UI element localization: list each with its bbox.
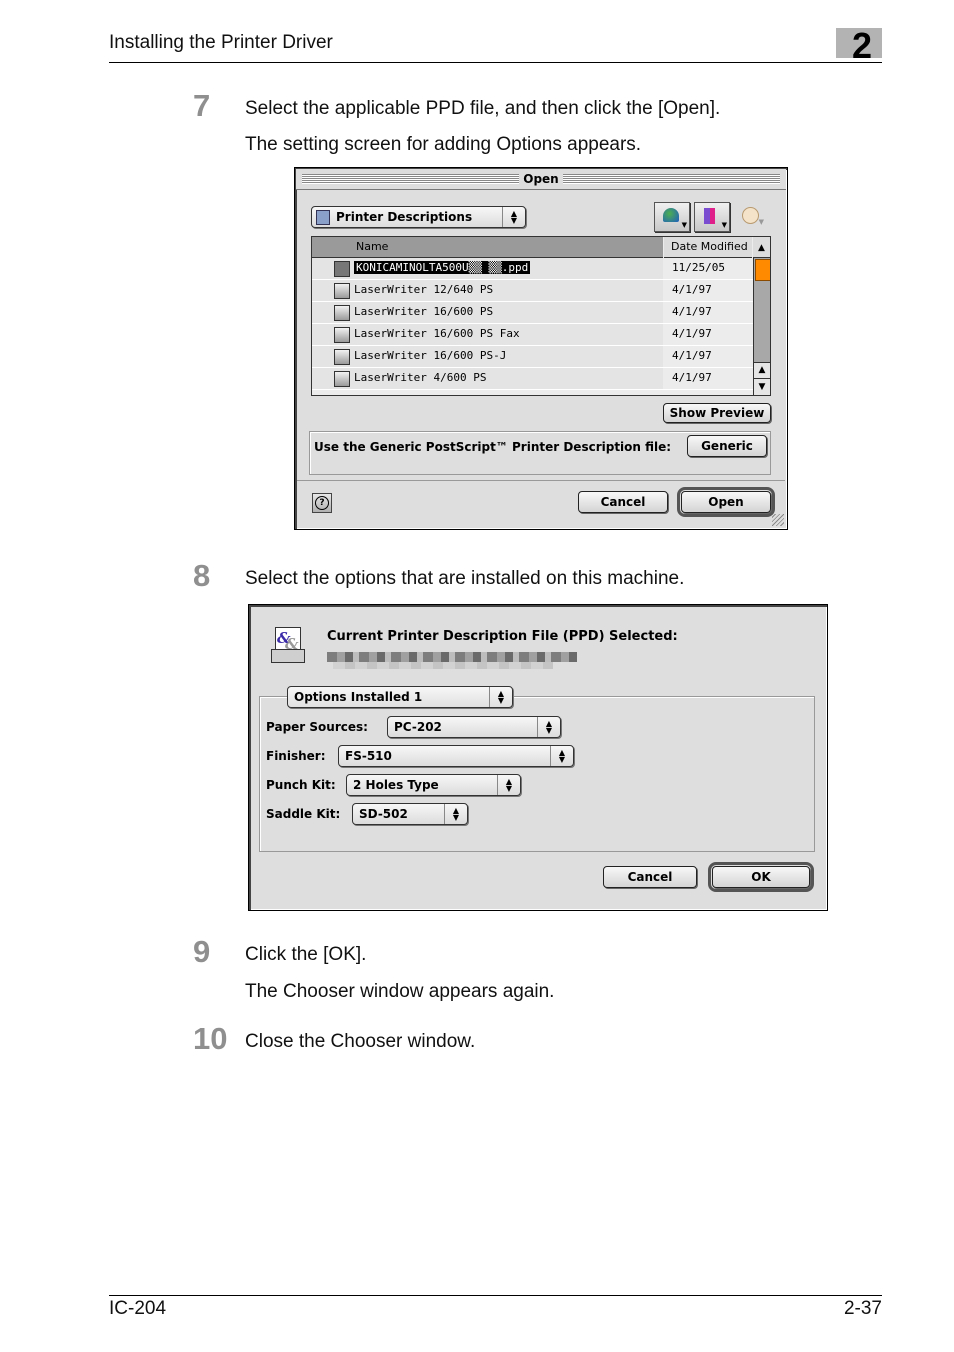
printer-icon [334, 305, 350, 321]
divider [297, 480, 785, 481]
file-list-row[interactable]: LaserWriter 16/600 PS Fax 4/1/97 [312, 324, 753, 346]
show-preview-button[interactable]: Show Preview [663, 403, 771, 423]
ppd-heading: Current Printer Description File (PPD) S… [327, 629, 678, 644]
saddle-kit-popup[interactable]: SD-502 ▲ ▼ [352, 803, 468, 825]
generic-group: Use the Generic PostScript™ Printer Desc… [309, 431, 771, 475]
file-list-row[interactable]: LaserWriter 16/600 PS-J 4/1/97 [312, 346, 753, 368]
sort-order-button[interactable]: ▲ [753, 237, 770, 258]
printer-icon [334, 349, 350, 365]
printer-icon [334, 327, 350, 343]
folder-icon [316, 210, 330, 225]
file-date: 11/25/05 [672, 261, 725, 274]
step-number: 8 [193, 558, 211, 593]
dialog-title: Open [519, 172, 563, 186]
step-number: 10 [193, 1021, 228, 1056]
step-number: 9 [193, 934, 211, 969]
file-name: LaserWriter 16/600 PS-J [354, 349, 507, 362]
help-icon: ? [315, 496, 329, 510]
dropdown-icon: ▼ [721, 221, 727, 229]
footer-rule [109, 1295, 882, 1296]
scrollbar[interactable]: ▲ ▼ [753, 258, 770, 395]
popup-arrows-icon: ▲ ▼ [550, 746, 573, 766]
footer-model: IC-204 [109, 1298, 167, 1319]
recent-button[interactable]: ▼ [734, 202, 768, 230]
file-list-row[interactable]: KONICAMINOLTA500U▒▒ ▒▒.ppd 11/25/05 [312, 258, 753, 280]
options-dialog: & & Current Printer Description File (PP… [248, 604, 828, 911]
file-list[interactable]: Name Date Modified ▲ KONICAMINOLTA500U▒▒… [311, 236, 771, 396]
redacted-ppd-name [327, 652, 577, 662]
step-text: Close the Chooser window. [245, 1031, 476, 1052]
step-subtext: The Chooser window appears again. [245, 981, 555, 1002]
printer-icon [334, 371, 350, 387]
resize-grip-icon[interactable] [772, 514, 784, 526]
step-number: 7 [193, 88, 211, 123]
column-header-date[interactable]: Date Modified [664, 237, 752, 258]
ppd-file-icon: & & [271, 627, 305, 665]
location-popup-label: Printer Descriptions [336, 210, 473, 224]
file-date: 4/1/97 [672, 305, 712, 318]
favorites-button[interactable]: ▼ [694, 202, 730, 232]
step-text: Select the options that are installed on… [245, 568, 685, 589]
footer-page-number: 2-37 [843, 1298, 882, 1319]
open-dialog: Open Printer Descriptions ▲ ▼ ▼ ▼ ▼ Name … [294, 167, 788, 530]
punch-kit-popup[interactable]: 2 Holes Type ▲ ▼ [346, 774, 521, 796]
file-list-row[interactable]: LaserWriter 4/600 PS 4/1/97 [312, 368, 753, 390]
scroll-thumb[interactable] [755, 259, 770, 281]
location-popup[interactable]: Printer Descriptions ▲ ▼ [311, 206, 526, 228]
globe-icon [663, 208, 679, 222]
dialog-titlebar[interactable]: Open [296, 169, 786, 190]
file-date: 4/1/97 [672, 349, 712, 362]
file-name: LaserWriter 16/600 PS Fax [354, 327, 520, 340]
scroll-up-button[interactable]: ▲ [754, 362, 770, 378]
popup-arrows-icon: ▲ ▼ [537, 717, 560, 737]
clock-icon [742, 207, 759, 224]
file-date: 4/1/97 [672, 371, 712, 384]
header-rule [109, 62, 882, 63]
generic-button[interactable]: Generic [687, 435, 767, 457]
cancel-button[interactable]: Cancel [603, 866, 697, 888]
printer-icon [334, 283, 350, 299]
field-label: Finisher: [266, 749, 326, 763]
document-icon [334, 261, 350, 277]
file-list-row[interactable]: LaserWriter 16/600 PS 4/1/97 [312, 302, 753, 324]
field-label: Punch Kit: [266, 778, 336, 792]
file-list-row[interactable]: LaserWriter 12/640 PS 4/1/97 [312, 280, 753, 302]
popup-arrows-icon: ▲ ▼ [489, 687, 512, 707]
paper-sources-popup[interactable]: PC-202 ▲ ▼ [387, 716, 561, 738]
options-group-popup[interactable]: Options Installed 1 ▲ ▼ [287, 686, 513, 708]
scroll-down-button[interactable]: ▼ [754, 378, 770, 395]
options-group-label: Options Installed 1 [294, 690, 423, 704]
column-header-name[interactable]: Name [312, 237, 663, 258]
step-text: Click the [OK]. [245, 944, 367, 965]
chapter-number: 2 [852, 25, 873, 66]
field-label: Paper Sources: [266, 720, 368, 734]
step-subtext: The setting screen for adding Options ap… [245, 134, 642, 155]
file-name: KONICAMINOLTA500U▒▒ ▒▒.ppd [354, 261, 531, 274]
popup-arrows-icon: ▲ ▼ [502, 207, 525, 227]
file-date: 4/1/97 [672, 327, 712, 340]
help-button[interactable]: ? [312, 493, 332, 513]
generic-label: Use the Generic PostScript™ Printer Desc… [314, 440, 672, 454]
popup-arrows-icon: ▲ ▼ [497, 775, 520, 795]
field-label: Saddle Kit: [266, 807, 341, 821]
finisher-popup[interactable]: FS-510 ▲ ▼ [338, 745, 574, 767]
file-name: LaserWriter 16/600 PS [354, 305, 494, 318]
file-name: LaserWriter 12/640 PS [354, 283, 494, 296]
file-date: 4/1/97 [672, 283, 712, 296]
network-button[interactable]: ▼ [654, 202, 690, 232]
dropdown-icon: ▼ [681, 221, 687, 229]
cancel-button[interactable]: Cancel [578, 491, 668, 513]
popup-arrows-icon: ▲ ▼ [444, 804, 467, 824]
step-text: Select the applicable PPD file, and then… [245, 98, 721, 119]
ok-button[interactable]: OK [708, 862, 814, 892]
file-name: LaserWriter 4/600 PS [354, 371, 487, 384]
open-button[interactable]: Open [677, 487, 775, 517]
page-header-title: Installing the Printer Driver [109, 32, 333, 53]
sort-icon: ▲ [758, 243, 765, 253]
